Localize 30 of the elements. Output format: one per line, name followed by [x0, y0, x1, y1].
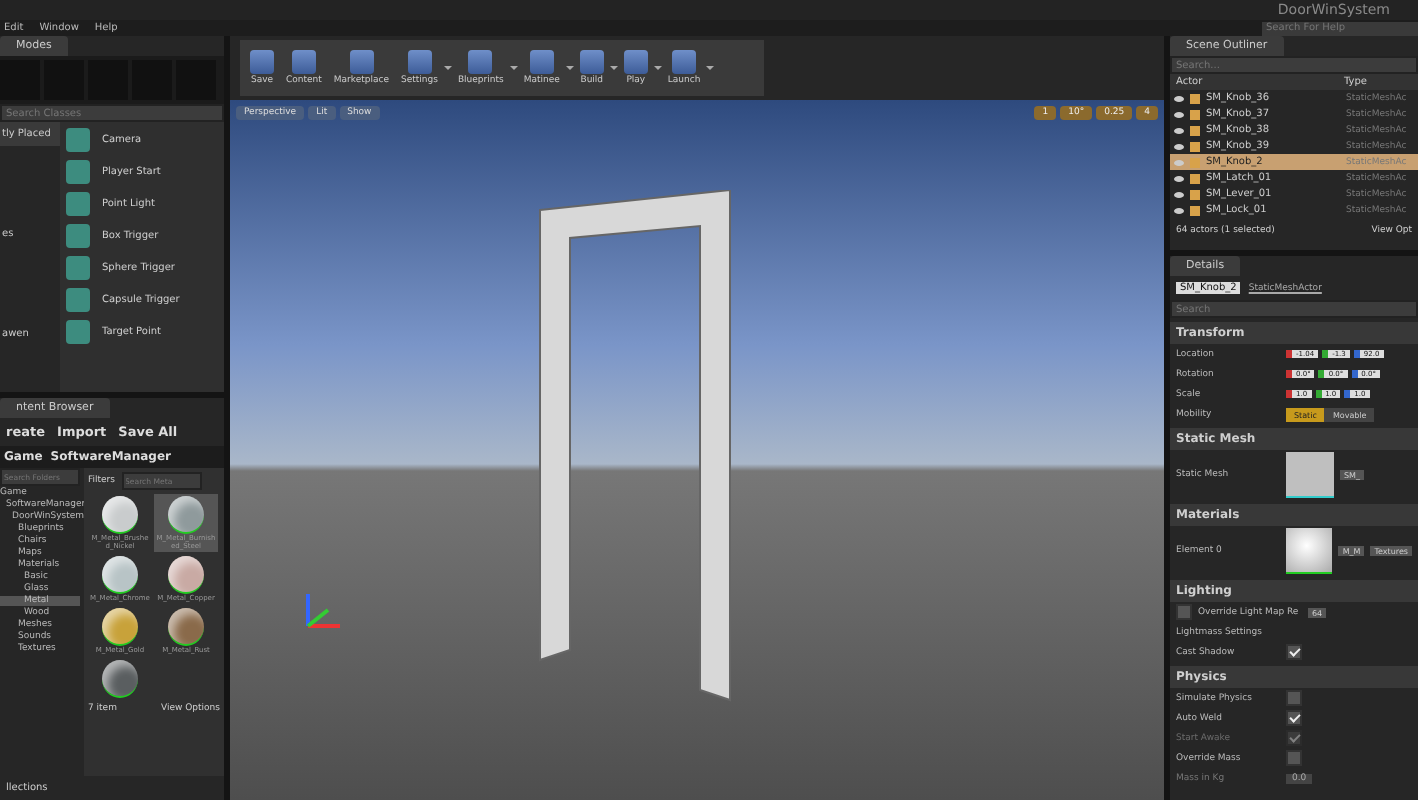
- actor-icon: [66, 288, 90, 312]
- checkbox[interactable]: [1176, 604, 1192, 620]
- caret-icon[interactable]: [609, 66, 618, 70]
- actor-icon: [66, 224, 90, 248]
- caret-icon[interactable]: [509, 66, 518, 70]
- tool-icon: [579, 50, 604, 74]
- tool-icon: [623, 50, 648, 74]
- tool-icon: [468, 50, 493, 74]
- axis-gizmo-icon: [300, 590, 344, 634]
- caret-icon[interactable]: [565, 66, 574, 70]
- caret-icon[interactable]: [653, 66, 662, 70]
- tool-icon: [250, 50, 274, 74]
- actor-icon: [66, 192, 90, 216]
- actor-icon: [66, 320, 90, 344]
- checkbox[interactable]: [1286, 710, 1302, 726]
- checkbox[interactable]: [1286, 644, 1302, 660]
- tool-icon: [291, 50, 316, 74]
- mesh-thumbnail: [1286, 452, 1334, 498]
- checkbox[interactable]: [1286, 750, 1302, 766]
- caret-icon[interactable]: [443, 66, 452, 70]
- checkbox[interactable]: [1286, 690, 1302, 706]
- actor-icon: [66, 256, 90, 280]
- tool-icon: [349, 50, 374, 74]
- caret-icon[interactable]: [706, 66, 715, 70]
- tool-icon: [529, 50, 554, 74]
- material-thumbnail: [1285, 528, 1333, 574]
- tool-icon: [672, 50, 697, 74]
- tool-icon: [407, 50, 432, 74]
- actor-icon: [66, 128, 90, 152]
- actor-icon: [66, 160, 90, 184]
